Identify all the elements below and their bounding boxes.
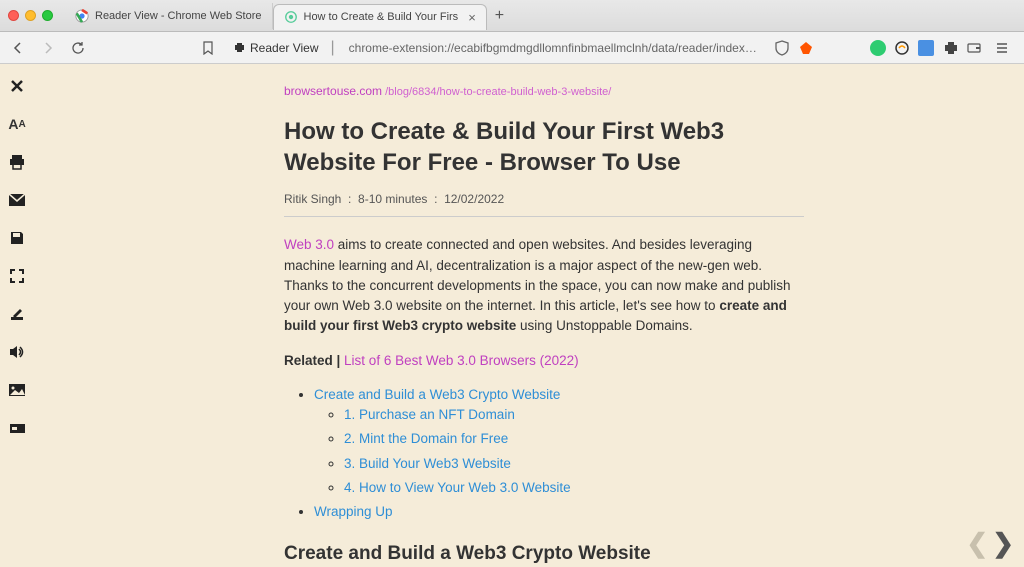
extensions-icon[interactable] — [942, 40, 958, 56]
toc-link[interactable]: 3. Build Your Web3 Website — [344, 456, 511, 471]
fullscreen-icon[interactable] — [7, 266, 27, 286]
breadcrumb-path: /blog/6834/how-to-create-build-web-3-web… — [382, 86, 611, 98]
article-title: How to Create & Build Your First Web3 We… — [284, 116, 804, 178]
image-icon[interactable] — [7, 380, 27, 400]
close-reader-icon[interactable] — [7, 76, 27, 96]
tab-inactive[interactable]: Reader View - Chrome Web Store — [65, 3, 273, 29]
tab-label: How to Create & Build Your Firs — [304, 11, 459, 23]
tab-bar: Reader View - Chrome Web Store How to Cr… — [0, 0, 1024, 32]
bookmark-button[interactable] — [196, 36, 220, 60]
back-button[interactable] — [6, 36, 30, 60]
reload-button[interactable] — [66, 36, 90, 60]
reader-ext-icon[interactable] — [918, 40, 934, 56]
edit-icon[interactable] — [7, 304, 27, 324]
window-controls — [8, 10, 53, 21]
tab-label: Reader View - Chrome Web Store — [95, 10, 262, 22]
reader-sidebar: AA — [0, 64, 34, 567]
web3-link[interactable]: Web 3.0 — [284, 237, 334, 252]
toc-link[interactable]: 4. How to View Your Web 3.0 Website — [344, 480, 571, 495]
page-nav: ❮ ❯ — [966, 528, 1014, 559]
maximize-window-button[interactable] — [42, 10, 53, 21]
puzzle-icon — [232, 41, 246, 55]
close-tab-icon[interactable]: × — [468, 10, 476, 25]
breadcrumb-domain[interactable]: browsertouse.com — [284, 84, 382, 98]
toc-link[interactable]: 1. Purchase an NFT Domain — [344, 407, 515, 422]
font-icon[interactable]: AA — [7, 114, 27, 134]
minimize-window-button[interactable] — [25, 10, 36, 21]
brave-icon[interactable] — [798, 40, 814, 56]
prev-page-button[interactable]: ❮ — [966, 528, 988, 559]
related-link[interactable]: List of 6 Best Web 3.0 Browsers (2022) — [344, 353, 579, 368]
chrome-extension-icon — [284, 10, 298, 24]
highlight-icon[interactable] — [7, 418, 27, 438]
toolbar-extensions — [774, 36, 1018, 60]
new-tab-button[interactable]: + — [487, 7, 512, 25]
reader-content-area: AA browsertouse.com /blog/6834/how-to-cr… — [0, 64, 1024, 567]
table-of-contents: Create and Build a Web3 Crypto Website 1… — [284, 385, 804, 523]
article-body: Web 3.0 aims to create connected and ope… — [284, 235, 804, 567]
save-icon[interactable] — [7, 228, 27, 248]
browser-toolbar: Reader View | chrome-extension://ecabifb… — [0, 32, 1024, 64]
toc-link[interactable]: Wrapping Up — [314, 504, 393, 519]
breadcrumb: browsertouse.com /blog/6834/how-to-creat… — [284, 84, 964, 98]
toc-link[interactable]: 2. Mint the Domain for Free — [344, 431, 508, 446]
url-bar[interactable]: chrome-extension://ecabifbgmdmgdllomnfin… — [341, 41, 768, 55]
forward-button[interactable] — [36, 36, 60, 60]
reader-view-indicator[interactable]: Reader View — [226, 41, 324, 55]
close-window-button[interactable] — [8, 10, 19, 21]
menu-icon[interactable] — [990, 36, 1014, 60]
shield-icon[interactable] — [774, 40, 790, 56]
speaker-icon[interactable] — [7, 342, 27, 362]
article-container: browsertouse.com /blog/6834/how-to-creat… — [34, 64, 1024, 567]
ext-green-icon[interactable] — [870, 40, 886, 56]
tab-active[interactable]: How to Create & Build Your Firs × — [273, 4, 487, 30]
wallet-icon[interactable] — [966, 40, 982, 56]
next-page-button[interactable]: ❯ — [992, 528, 1014, 559]
article-meta: Ritik Singh : 8-10 minutes : 12/02/2022 — [284, 192, 804, 217]
print-icon[interactable] — [7, 152, 27, 172]
section-heading: Create and Build a Web3 Crypto Website — [284, 540, 804, 567]
email-icon[interactable] — [7, 190, 27, 210]
chrome-store-icon — [75, 9, 89, 23]
ext-swirl-icon[interactable] — [894, 40, 910, 56]
toc-link[interactable]: Create and Build a Web3 Crypto Website — [314, 387, 560, 402]
